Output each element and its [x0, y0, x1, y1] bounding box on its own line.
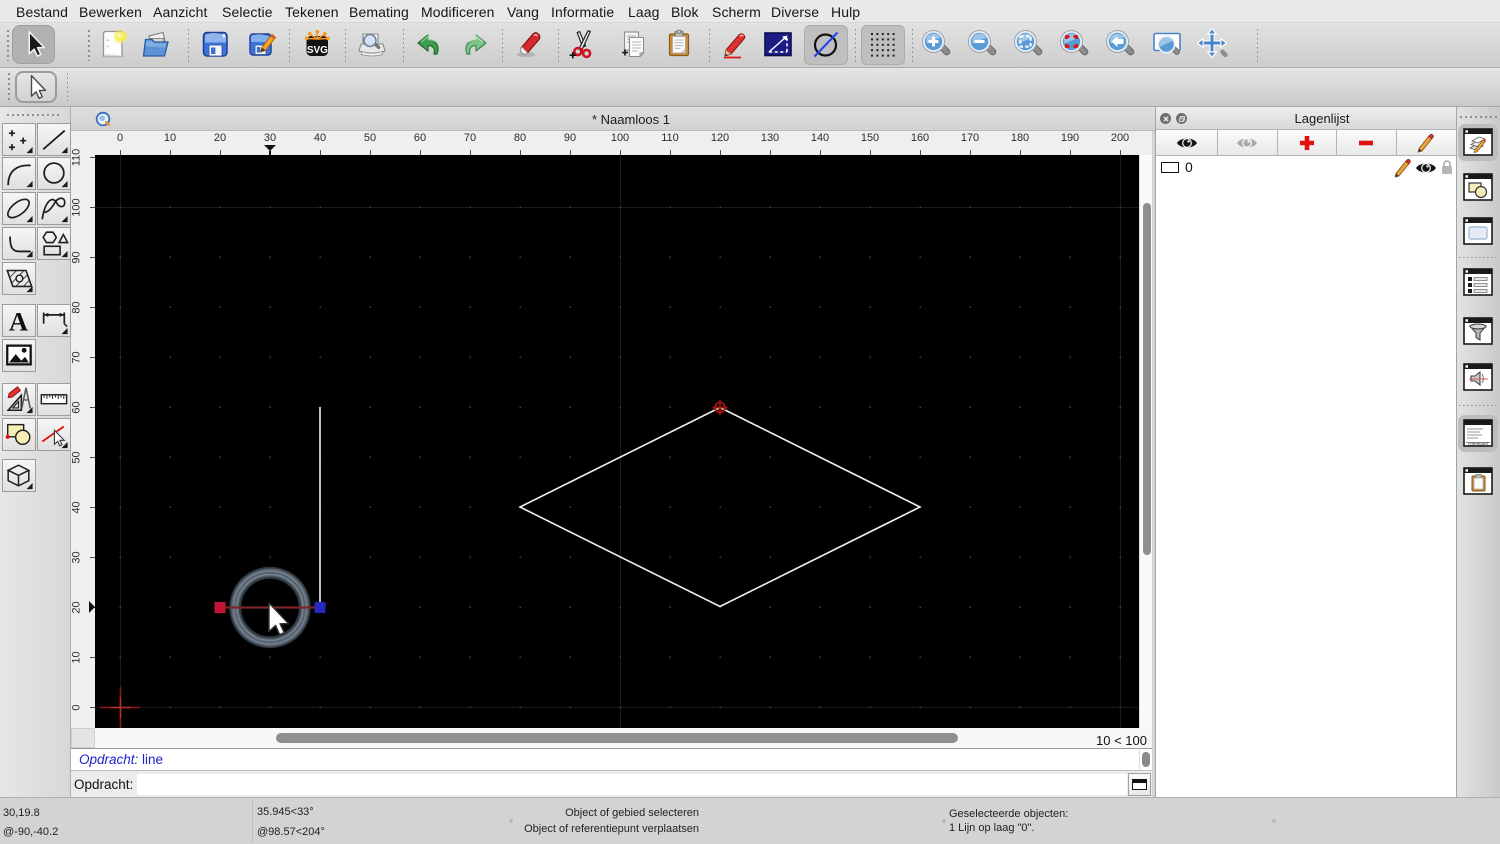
- svg-text:SVG: SVG: [307, 45, 328, 56]
- svg-text:command: command: [1468, 442, 1488, 447]
- svg-text:A: A: [9, 307, 28, 335]
